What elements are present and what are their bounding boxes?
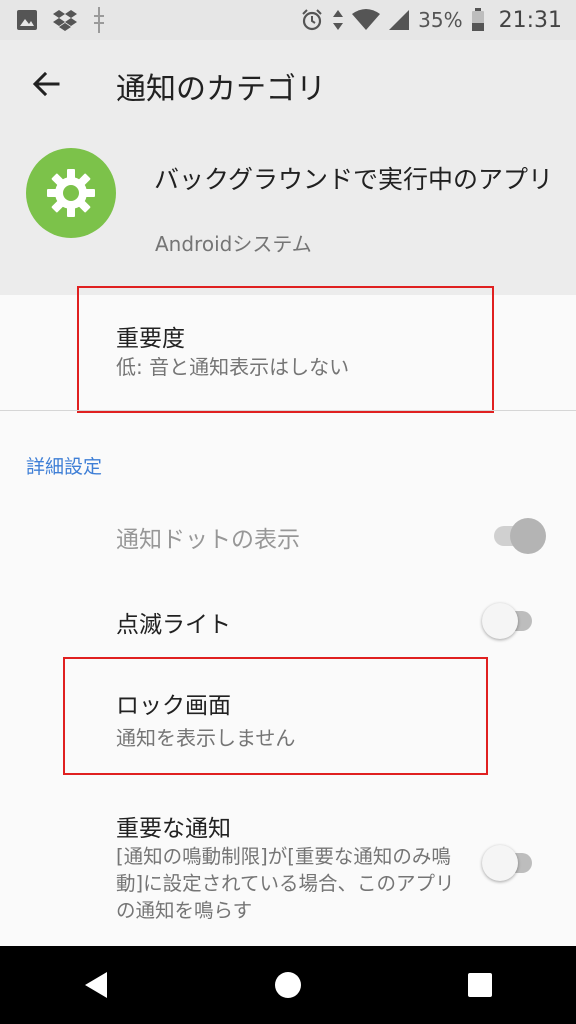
- blink-light-title: 点滅ライト: [116, 612, 231, 638]
- importance-summary: 低: 音と通知表示はしない: [116, 355, 350, 379]
- signal-icon: [388, 9, 410, 31]
- wifi-icon: [352, 9, 381, 31]
- back-button[interactable]: [24, 62, 68, 106]
- divider: [0, 410, 576, 411]
- importance-title: 重要度: [116, 326, 185, 352]
- header: 通知のカテゴリ バックグラウンドで実行中のアプリ Androidシステム: [0, 40, 576, 295]
- usb-icon: [92, 7, 106, 33]
- notification-dot-title: 通知ドットの表示: [116, 527, 300, 553]
- nav-back-button[interactable]: [66, 955, 126, 1015]
- notification-dot-row: 通知ドットの表示: [0, 500, 576, 572]
- clock: 21:31: [498, 7, 562, 33]
- app-subtitle: Androidシステム: [155, 232, 312, 256]
- data-arrows-icon: [332, 9, 344, 31]
- app-icon: [26, 148, 116, 238]
- lock-screen-summary: 通知を表示しません: [116, 726, 296, 750]
- notification-dot-toggle: [494, 516, 546, 556]
- important-notification-row[interactable]: 重要な通知 [通知の鳴動制限]が[重要な通知のみ鳴動]に設定されている場合、この…: [0, 795, 576, 945]
- section-header-advanced: 詳細設定: [26, 456, 103, 478]
- back-icon: [85, 972, 107, 998]
- blink-light-row[interactable]: 点滅ライト: [0, 585, 576, 657]
- important-notification-title: 重要な通知: [116, 816, 231, 842]
- important-notification-summary: [通知の鳴動制限]が[重要な通知のみ鳴動]に設定されている場合、このアプリの通知…: [116, 845, 455, 922]
- status-left: [16, 7, 106, 33]
- nav-recents-button[interactable]: [450, 955, 510, 1015]
- battery-icon: [471, 8, 485, 32]
- gear-icon: [47, 169, 95, 217]
- lock-screen-row[interactable]: ロック画面 通知を表示しません: [0, 660, 576, 775]
- recents-icon: [468, 973, 492, 997]
- status-right: 35% 21:31: [300, 8, 562, 33]
- blink-light-toggle[interactable]: [482, 601, 532, 641]
- home-icon: [275, 972, 301, 998]
- lock-screen-title: ロック画面: [116, 693, 231, 719]
- dropbox-icon: [52, 9, 78, 31]
- battery-percent: 35%: [418, 8, 463, 32]
- image-icon: [16, 9, 38, 31]
- app-name: バックグラウンドで実行中のアプリ: [154, 165, 554, 194]
- navigation-bar: [0, 946, 576, 1024]
- arrow-back-icon: [32, 71, 60, 97]
- page-title: 通知のカテゴリ: [116, 72, 326, 107]
- importance-row[interactable]: 重要度 低: 音と通知表示はしない: [0, 295, 576, 410]
- nav-home-button[interactable]: [258, 955, 318, 1015]
- important-notification-toggle[interactable]: [482, 843, 532, 883]
- status-bar: 35% 21:31: [0, 0, 576, 40]
- alarm-icon: [300, 8, 324, 32]
